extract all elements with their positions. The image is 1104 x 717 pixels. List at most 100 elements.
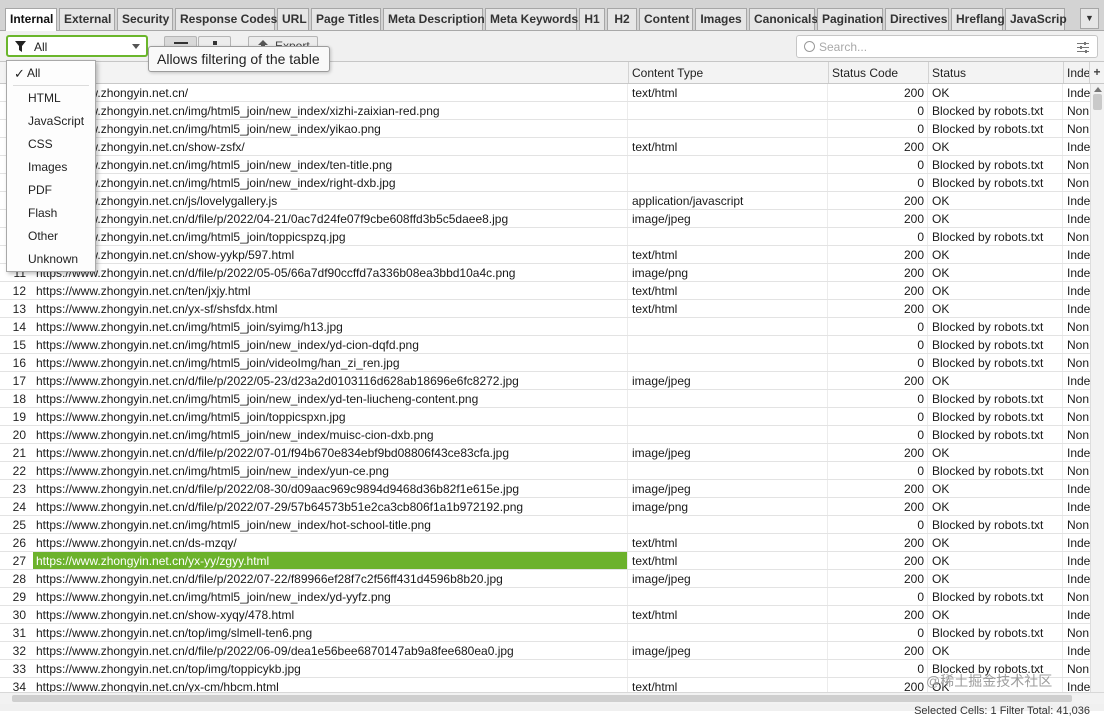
row-number-cell[interactable]: 22 — [0, 462, 32, 479]
indexability-cell[interactable]: Inde — [1064, 678, 1090, 692]
content-type-cell[interactable] — [629, 516, 828, 533]
status-code-cell[interactable]: 0 — [829, 390, 928, 407]
status-cell[interactable]: OK — [929, 210, 1063, 227]
column-header-content-type[interactable]: Content Type — [629, 62, 829, 83]
address-cell[interactable]: https://www.zhongyin.net.cn/d/file/p/202… — [33, 264, 628, 281]
status-code-cell[interactable]: 200 — [829, 84, 928, 101]
status-cell[interactable]: Blocked by robots.txt — [929, 336, 1063, 353]
address-cell[interactable]: https://www.zhongyin.net.cn/d/file/p/202… — [33, 498, 628, 515]
status-code-cell[interactable]: 0 — [829, 120, 928, 137]
table-row[interactable]: 7https://www.zhongyin.net.cn/js/lovelyga… — [0, 192, 1104, 210]
indexability-cell[interactable]: Non — [1064, 102, 1090, 119]
filter-menu-item-images[interactable]: Images — [7, 157, 95, 178]
table-row[interactable]: 16 https://www.zhongyin.net.cn/img/html5_… — [0, 354, 1104, 372]
address-cell[interactable]: https://www.zhongyin.net.cn/show-zsfx/ — [33, 138, 628, 155]
content-type-cell[interactable]: text/html — [629, 300, 828, 317]
indexability-cell[interactable]: Non — [1064, 354, 1090, 371]
table-row[interactable]: 18 https://www.zhongyin.net.cn/img/html5_… — [0, 390, 1104, 408]
row-number-cell[interactable]: 19 — [0, 408, 32, 425]
status-cell[interactable]: OK — [929, 246, 1063, 263]
row-number-cell[interactable]: 14 — [0, 318, 32, 335]
status-code-cell[interactable]: 200 — [829, 570, 928, 587]
content-type-cell[interactable]: image/jpeg — [629, 444, 828, 461]
row-number-cell[interactable]: 15 — [0, 336, 32, 353]
status-cell[interactable]: OK — [929, 282, 1063, 299]
horizontal-scrollbar[interactable] — [0, 692, 1104, 704]
address-cell[interactable]: https://www.zhongyin.net.cn/show-yykp/59… — [33, 246, 628, 263]
indexability-cell[interactable]: Inde — [1064, 606, 1090, 623]
indexability-cell[interactable]: Non — [1064, 624, 1090, 641]
table-row[interactable]: 12 https://www.zhongyin.net.cn/ten/jxjy.h… — [0, 282, 1104, 300]
indexability-cell[interactable]: Inde — [1064, 642, 1090, 659]
content-type-cell[interactable]: text/html — [629, 552, 828, 569]
search-options-icon[interactable] — [1077, 42, 1089, 53]
tab-hreflang[interactable]: Hreflang — [951, 8, 1005, 30]
indexability-cell[interactable]: Non — [1064, 174, 1090, 191]
status-cell[interactable]: OK — [929, 372, 1063, 389]
scroll-up-icon[interactable] — [1094, 87, 1102, 92]
row-number-cell[interactable]: 17 — [0, 372, 32, 389]
address-cell[interactable]: https://www.zhongyin.net.cn/img/html5_jo… — [33, 354, 628, 371]
status-cell[interactable]: OK — [929, 84, 1063, 101]
table-row[interactable]: 22 https://www.zhongyin.net.cn/img/html5_… — [0, 462, 1104, 480]
address-cell[interactable]: https://www.zhongyin.net.cn/img/html5_jo… — [33, 390, 628, 407]
address-cell[interactable]: https://www.zhongyin.net.cn/d/file/p/202… — [33, 570, 628, 587]
address-cell[interactable]: https://www.zhongyin.net.cn/yx-sf/shsfdx… — [33, 300, 628, 317]
content-type-cell[interactable] — [629, 660, 828, 677]
table-row[interactable]: 24 https://www.zhongyin.net.cn/d/file/p/2… — [0, 498, 1104, 516]
tab-directives[interactable]: Directives — [885, 8, 949, 30]
status-code-cell[interactable]: 200 — [829, 246, 928, 263]
tab-h1[interactable]: H1 — [579, 8, 605, 30]
content-type-cell[interactable] — [629, 390, 828, 407]
status-code-cell[interactable]: 200 — [829, 480, 928, 497]
address-cell[interactable]: https://www.zhongyin.net.cn/d/file/p/202… — [33, 372, 628, 389]
indexability-cell[interactable]: Non — [1064, 228, 1090, 245]
indexability-cell[interactable]: Non — [1064, 120, 1090, 137]
indexability-cell[interactable]: Inde — [1064, 498, 1090, 515]
address-cell[interactable]: https://www.zhongyin.net.cn/img/html5_jo… — [33, 426, 628, 443]
address-cell[interactable]: https://www.zhongyin.net.cn/show-xyqy/47… — [33, 606, 628, 623]
indexability-cell[interactable]: Non — [1064, 462, 1090, 479]
table-row[interactable]: 8https://www.zhongyin.net.cn/d/file/p/20… — [0, 210, 1104, 228]
table-row[interactable]: 17 https://www.zhongyin.net.cn/d/file/p/2… — [0, 372, 1104, 390]
status-code-cell[interactable]: 0 — [829, 426, 928, 443]
address-cell[interactable]: https://www.zhongyin.net.cn/d/file/p/202… — [33, 444, 628, 461]
status-code-cell[interactable]: 0 — [829, 228, 928, 245]
table-row[interactable]: 10https://www.zhongyin.net.cn/show-yykp/… — [0, 246, 1104, 264]
content-type-cell[interactable] — [629, 408, 828, 425]
content-type-cell[interactable]: text/html — [629, 606, 828, 623]
indexability-cell[interactable]: Non — [1064, 336, 1090, 353]
indexability-cell[interactable]: Non — [1064, 408, 1090, 425]
row-number-cell[interactable]: 34 — [0, 678, 32, 692]
filter-menu-item-html[interactable]: HTML — [7, 88, 95, 109]
filter-menu-item-other[interactable]: Other — [7, 226, 95, 247]
search-input[interactable]: Search... — [796, 35, 1098, 58]
content-type-cell[interactable]: image/png — [629, 498, 828, 515]
content-type-cell[interactable] — [629, 156, 828, 173]
address-cell[interactable]: https://www.zhongyin.net.cn/img/html5_jo… — [33, 516, 628, 533]
status-cell[interactable]: Blocked by robots.txt — [929, 408, 1063, 425]
tab-meta-description[interactable]: Meta Description — [383, 8, 485, 30]
tab-url[interactable]: URL — [277, 8, 309, 30]
row-number-cell[interactable]: 12 — [0, 282, 32, 299]
status-cell[interactable]: Blocked by robots.txt — [929, 174, 1063, 191]
indexability-cell[interactable]: Inde — [1064, 264, 1090, 281]
status-cell[interactable]: OK — [929, 480, 1063, 497]
address-cell[interactable]: https://www.zhongyin.net.cn/top/img/slme… — [33, 624, 628, 641]
address-cell[interactable]: https://www.zhongyin.net.cn/ — [33, 84, 628, 101]
table-row[interactable]: 31 https://www.zhongyin.net.cn/top/img/sl… — [0, 624, 1104, 642]
indexability-cell[interactable]: Inde — [1064, 570, 1090, 587]
tab-security[interactable]: Security — [117, 8, 173, 30]
status-cell[interactable]: OK — [929, 498, 1063, 515]
content-type-cell[interactable] — [629, 336, 828, 353]
indexability-cell[interactable]: Inde — [1064, 552, 1090, 569]
status-cell[interactable]: Blocked by robots.txt — [929, 390, 1063, 407]
indexability-cell[interactable]: Inde — [1064, 84, 1090, 101]
status-code-cell[interactable]: 0 — [829, 102, 928, 119]
status-code-cell[interactable]: 0 — [829, 588, 928, 605]
status-cell[interactable]: Blocked by robots.txt — [929, 156, 1063, 173]
content-type-cell[interactable]: image/jpeg — [629, 642, 828, 659]
column-header-status[interactable]: Status — [929, 62, 1064, 83]
tab-h2[interactable]: H2 — [607, 8, 637, 30]
content-type-cell[interactable] — [629, 120, 828, 137]
